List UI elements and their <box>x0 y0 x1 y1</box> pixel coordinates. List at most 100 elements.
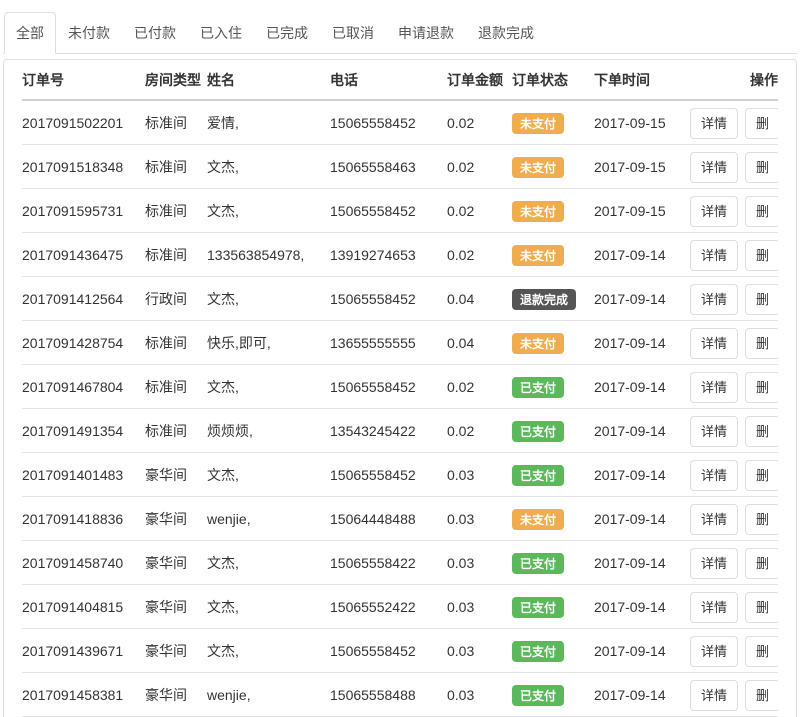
detail-button[interactable]: 详情 <box>690 504 738 535</box>
table-row: 2017091428754标准间快乐,即可,136555555550.04未支付… <box>22 321 778 365</box>
detail-button[interactable]: 详情 <box>690 152 738 183</box>
cell-status: 已支付 <box>512 453 594 497</box>
cell-status: 未支付 <box>512 189 594 233</box>
tab-all[interactable]: 全部 <box>4 12 56 54</box>
cell-date: 2017-09-15 <box>594 145 690 189</box>
delete-button[interactable]: 删 <box>745 284 778 315</box>
delete-button[interactable]: 删 <box>745 152 778 183</box>
delete-button[interactable]: 删 <box>745 548 778 579</box>
cell-order-no: 2017091458381 <box>22 673 145 717</box>
detail-button[interactable]: 详情 <box>690 416 738 447</box>
cell-actions: 详情删 <box>690 145 778 189</box>
cell-name: 文杰, <box>207 629 330 673</box>
detail-button[interactable]: 详情 <box>690 592 738 623</box>
cell-phone: 15065558488 <box>330 673 447 717</box>
cell-room-type: 豪华间 <box>145 541 207 585</box>
delete-button[interactable]: 删 <box>745 196 778 227</box>
cell-date: 2017-09-14 <box>594 365 690 409</box>
cell-room-type: 标准间 <box>145 365 207 409</box>
detail-button[interactable]: 详情 <box>690 372 738 403</box>
cell-phone: 15064448488 <box>330 497 447 541</box>
cell-date: 2017-09-14 <box>594 497 690 541</box>
detail-button[interactable]: 详情 <box>690 680 738 711</box>
cell-date: 2017-09-14 <box>594 453 690 497</box>
status-badge: 已支付 <box>512 421 564 442</box>
cell-order-no: 2017091518348 <box>22 145 145 189</box>
cell-room-type: 标准间 <box>145 233 207 277</box>
cell-amount: 0.03 <box>447 453 512 497</box>
status-badge: 未支付 <box>512 333 564 354</box>
cell-amount: 0.02 <box>447 145 512 189</box>
cell-name: 133563854978, <box>207 233 330 277</box>
delete-button[interactable]: 删 <box>745 240 778 271</box>
table-row: 2017091412564行政间文杰,150655584520.04退款完成20… <box>22 277 778 321</box>
cell-amount: 0.03 <box>447 629 512 673</box>
delete-button[interactable]: 删 <box>745 504 778 535</box>
detail-button[interactable]: 详情 <box>690 196 738 227</box>
table-row: 2017091401483豪华间文杰,150655584520.03已支付201… <box>22 453 778 497</box>
table-row: 2017091491354标准间烦烦烦,135432454220.02已支付20… <box>22 409 778 453</box>
delete-button[interactable]: 删 <box>745 460 778 491</box>
cell-phone: 13543245422 <box>330 409 447 453</box>
cell-order-no: 2017091491354 <box>22 409 145 453</box>
detail-button[interactable]: 详情 <box>690 460 738 491</box>
delete-button[interactable]: 删 <box>745 328 778 359</box>
tab-unpaid[interactable]: 未付款 <box>56 12 122 54</box>
cell-name: 文杰, <box>207 453 330 497</box>
cell-phone: 15065558452 <box>330 365 447 409</box>
tab-completed[interactable]: 已完成 <box>254 12 320 54</box>
cell-date: 2017-09-14 <box>594 629 690 673</box>
cell-amount: 0.02 <box>447 365 512 409</box>
cell-order-no: 2017091401483 <box>22 453 145 497</box>
status-badge: 未支付 <box>512 201 564 222</box>
cell-actions: 详情删 <box>690 321 778 365</box>
cell-phone: 15065558452 <box>330 453 447 497</box>
cell-status: 未支付 <box>512 321 594 365</box>
delete-button[interactable]: 删 <box>745 416 778 447</box>
cell-room-type: 标准间 <box>145 189 207 233</box>
cell-actions: 详情删 <box>690 673 778 717</box>
delete-button[interactable]: 删 <box>745 108 778 139</box>
delete-button[interactable]: 删 <box>745 680 778 711</box>
cell-amount: 0.02 <box>447 233 512 277</box>
cell-room-type: 豪华间 <box>145 673 207 717</box>
tab-refund-requested[interactable]: 申请退款 <box>386 12 466 54</box>
cell-status: 已支付 <box>512 541 594 585</box>
delete-button[interactable]: 删 <box>745 636 778 667</box>
detail-button[interactable]: 详情 <box>690 108 738 139</box>
cell-name: 文杰, <box>207 585 330 629</box>
status-badge: 已支付 <box>512 377 564 398</box>
cell-status: 已支付 <box>512 673 594 717</box>
delete-button[interactable]: 删 <box>745 372 778 403</box>
tab-refund-completed[interactable]: 退款完成 <box>466 12 546 54</box>
cell-phone: 15065558452 <box>330 629 447 673</box>
cell-actions: 详情删 <box>690 497 778 541</box>
detail-button[interactable]: 详情 <box>690 284 738 315</box>
column-header-actions: 操作 <box>690 60 778 100</box>
detail-button[interactable]: 详情 <box>690 636 738 667</box>
orders-table-body: 2017091502201标准间爱情,150655584520.02未支付201… <box>22 100 778 717</box>
tab-paid[interactable]: 已付款 <box>122 12 188 54</box>
tab-cancelled[interactable]: 已取消 <box>320 12 386 54</box>
detail-button[interactable]: 详情 <box>690 548 738 579</box>
cell-date: 2017-09-14 <box>594 673 690 717</box>
orders-table: 订单号房间类型姓名电话订单金额订单状态下单时间操作 2017091502201标… <box>22 60 778 717</box>
cell-phone: 15065552422 <box>330 585 447 629</box>
cell-phone: 13655555555 <box>330 321 447 365</box>
cell-actions: 详情删 <box>690 541 778 585</box>
delete-button[interactable]: 删 <box>745 592 778 623</box>
table-row: 2017091518348标准间文杰,150655584630.02未支付201… <box>22 145 778 189</box>
table-row: 2017091458381豪华间wenjie,150655584880.03已支… <box>22 673 778 717</box>
cell-date: 2017-09-15 <box>594 100 690 145</box>
cell-room-type: 豪华间 <box>145 453 207 497</box>
column-header-date: 下单时间 <box>594 60 690 100</box>
cell-room-type: 行政间 <box>145 277 207 321</box>
cell-date: 2017-09-14 <box>594 321 690 365</box>
detail-button[interactable]: 详情 <box>690 240 738 271</box>
cell-phone: 15065558422 <box>330 541 447 585</box>
cell-room-type: 豪华间 <box>145 585 207 629</box>
cell-order-no: 2017091502201 <box>22 100 145 145</box>
cell-actions: 详情删 <box>690 233 778 277</box>
detail-button[interactable]: 详情 <box>690 328 738 359</box>
tab-checked-in[interactable]: 已入住 <box>188 12 254 54</box>
